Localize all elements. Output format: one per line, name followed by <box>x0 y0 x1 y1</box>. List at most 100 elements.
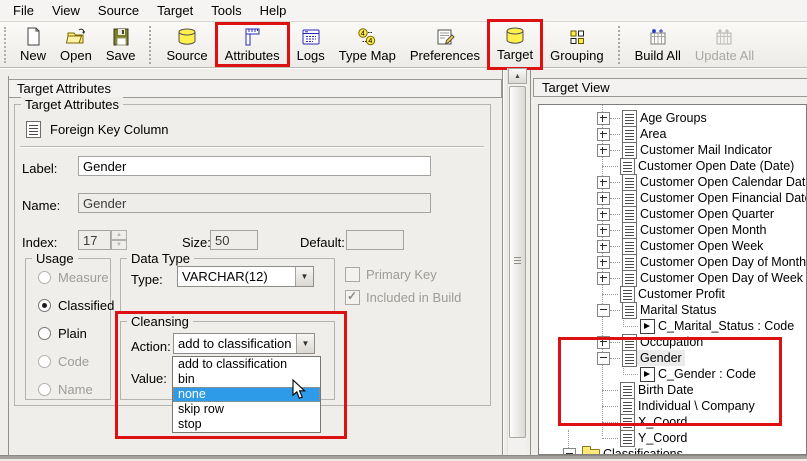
update-all-button[interactable]: Update All <box>688 25 761 64</box>
tree-item-customer-open-financial-date[interactable]: Customer Open Financial Date <box>539 190 806 206</box>
expand-plus-icon[interactable] <box>597 112 610 125</box>
tree-item-customer-open-calendar-date[interactable]: Customer Open Calendar Date <box>539 174 806 190</box>
tree-item-x-coord[interactable]: X_Coord <box>539 414 806 430</box>
expand-plus-icon[interactable] <box>597 336 610 349</box>
tree-item-label[interactable]: Customer Profit <box>635 286 728 302</box>
tree-item-c-marital-status-code[interactable]: C_Marital_Status : Code <box>539 318 806 334</box>
usage-radio-classified[interactable]: Classified <box>38 298 114 313</box>
dropdown-option-add-to-classification[interactable]: add to classification <box>173 357 320 372</box>
menu-item-view[interactable]: View <box>43 0 89 21</box>
tree-item-label[interactable]: Customer Open Month <box>637 222 769 238</box>
expand-plus-icon[interactable] <box>597 144 610 157</box>
grouping-button[interactable]: Grouping <box>543 25 610 64</box>
preferences-button[interactable]: Preferences <box>403 25 487 64</box>
target-button[interactable]: Target <box>490 24 540 63</box>
menu-item-help[interactable]: Help <box>251 0 296 21</box>
usage-radio-measure[interactable]: Measure <box>38 270 109 285</box>
dropdown-option-stop[interactable]: stop <box>173 417 320 432</box>
tree-item-individual-company[interactable]: Individual \ Company <box>539 398 806 414</box>
chevron-down-icon[interactable]: ▼ <box>296 334 314 353</box>
tree-item-birth-date[interactable]: Birth Date <box>539 382 806 398</box>
tree-item-gender[interactable]: Gender <box>539 350 806 366</box>
tree-item-customer-open-day-of-week[interactable]: Customer Open Day of Week <box>539 270 806 286</box>
cleansing-action-combobox[interactable]: add to classification ▼ <box>173 333 315 354</box>
primary-key-checkbox[interactable]: Primary Key <box>345 267 437 282</box>
source-button[interactable]: Source <box>159 25 214 64</box>
panel-splitter[interactable] <box>530 70 531 461</box>
collapse-minus-icon[interactable] <box>597 352 610 365</box>
target-view-tree: Age GroupsAreaCustomer Mail IndicatorCus… <box>538 104 807 455</box>
tree-item-label[interactable]: Birth Date <box>635 382 697 398</box>
tree-item-label[interactable]: Age Groups <box>637 110 710 126</box>
tree-item-customer-open-quarter[interactable]: Customer Open Quarter <box>539 206 806 222</box>
tree-item-label[interactable]: Customer Open Financial Date <box>637 190 807 206</box>
type-map-button[interactable]: Type Map <box>332 25 403 64</box>
spinner-up-icon[interactable]: ▲ <box>111 230 127 240</box>
tree-item-label[interactable]: Classifications <box>600 446 686 455</box>
expand-plus-icon[interactable] <box>597 176 610 189</box>
tree-item-customer-open-day-of-month[interactable]: Customer Open Day of Month <box>539 254 806 270</box>
tree-item-label[interactable]: Individual \ Company <box>635 398 758 414</box>
dropdown-option-skip-row[interactable]: skip row <box>173 402 320 417</box>
tree-item-age-groups[interactable]: Age Groups <box>539 110 806 126</box>
expand-plus-icon[interactable] <box>597 272 610 285</box>
label-input[interactable] <box>78 156 431 176</box>
tree-item-customer-profit[interactable]: Customer Profit <box>539 286 806 302</box>
tree-item-label[interactable]: Gender <box>637 350 685 366</box>
menu-item-target[interactable]: Target <box>148 0 202 21</box>
tree-item-marital-status[interactable]: Marital Status <box>539 302 806 318</box>
tree-item-label[interactable]: Customer Open Day of Week <box>637 270 806 286</box>
tree-item-label[interactable]: Marital Status <box>637 302 719 318</box>
tree-item-customer-open-date-date[interactable]: Customer Open Date (Date) <box>539 158 806 174</box>
build-all-button[interactable]: Build All <box>628 25 688 64</box>
tree-item-occupation[interactable]: Occupation <box>539 334 806 350</box>
tree-item-label[interactable]: X_Coord <box>635 414 690 430</box>
expand-plus-icon[interactable] <box>597 208 610 221</box>
usage-radio-name[interactable]: Name <box>38 382 93 397</box>
save-button[interactable]: Save <box>99 25 143 64</box>
type-combobox[interactable]: VARCHAR(12) ▼ <box>177 266 314 287</box>
tree-item-label[interactable]: Area <box>637 126 669 142</box>
tree-item-y-coord[interactable]: Y_Coord <box>539 430 806 446</box>
expand-plus-icon[interactable] <box>597 256 610 269</box>
expand-plus-icon[interactable] <box>597 128 610 141</box>
collapse-minus-icon[interactable] <box>563 448 576 456</box>
tree-item-label[interactable]: Customer Open Week <box>637 238 766 254</box>
tree-item-label[interactable]: C_Gender : Code <box>655 366 759 382</box>
collapse-minus-icon[interactable] <box>597 304 610 317</box>
left-panel-scrollbar[interactable]: ▲ <box>507 68 526 461</box>
attributes-button[interactable]: Attributes <box>218 25 287 64</box>
usage-radio-plain[interactable]: Plain <box>38 326 87 341</box>
tree-item-label[interactable]: Occupation <box>637 334 706 350</box>
new-button[interactable]: New <box>13 25 53 64</box>
menu-item-file[interactable]: File <box>4 0 43 21</box>
expand-plus-icon[interactable] <box>597 224 610 237</box>
menu-item-tools[interactable]: Tools <box>202 0 250 21</box>
menu-item-source[interactable]: Source <box>89 0 148 21</box>
tree-item-area[interactable]: Area <box>539 126 806 142</box>
tree-item-label[interactable]: C_Marital_Status : Code <box>655 318 797 334</box>
tree-item-label[interactable]: Y_Coord <box>635 430 690 446</box>
tree-item-c-gender-code[interactable]: C_Gender : Code <box>539 366 806 382</box>
tree-item-customer-mail-indicator[interactable]: Customer Mail Indicator <box>539 142 806 158</box>
tree-item-label[interactable]: Customer Open Calendar Date <box>637 174 807 190</box>
included-in-build-checkbox[interactable]: Included in Build <box>345 290 461 305</box>
scrollbar-thumb[interactable] <box>509 86 526 438</box>
open-button[interactable]: Open <box>53 25 99 64</box>
tree-item-label[interactable]: Customer Open Day of Month <box>637 254 807 270</box>
chevron-down-icon[interactable]: ▼ <box>295 267 313 286</box>
scroll-up-icon[interactable]: ▲ <box>508 68 527 84</box>
tree-item-label[interactable]: Customer Mail Indicator <box>637 142 775 158</box>
toolbar-separator <box>149 26 152 64</box>
tree-item-customer-open-month[interactable]: Customer Open Month <box>539 222 806 238</box>
expand-plus-icon[interactable] <box>597 240 610 253</box>
index-spinner[interactable]: ▲▼ <box>111 230 127 250</box>
usage-radio-code[interactable]: Code <box>38 354 89 369</box>
tree-item-classifications[interactable]: Classifications <box>539 446 806 455</box>
spinner-down-icon[interactable]: ▼ <box>111 240 127 250</box>
tree-item-customer-open-week[interactable]: Customer Open Week <box>539 238 806 254</box>
expand-plus-icon[interactable] <box>597 192 610 205</box>
tree-item-label[interactable]: Customer Open Date (Date) <box>635 158 797 174</box>
tree-item-label[interactable]: Customer Open Quarter <box>637 206 777 222</box>
logs-button[interactable]: Logs <box>290 25 332 64</box>
